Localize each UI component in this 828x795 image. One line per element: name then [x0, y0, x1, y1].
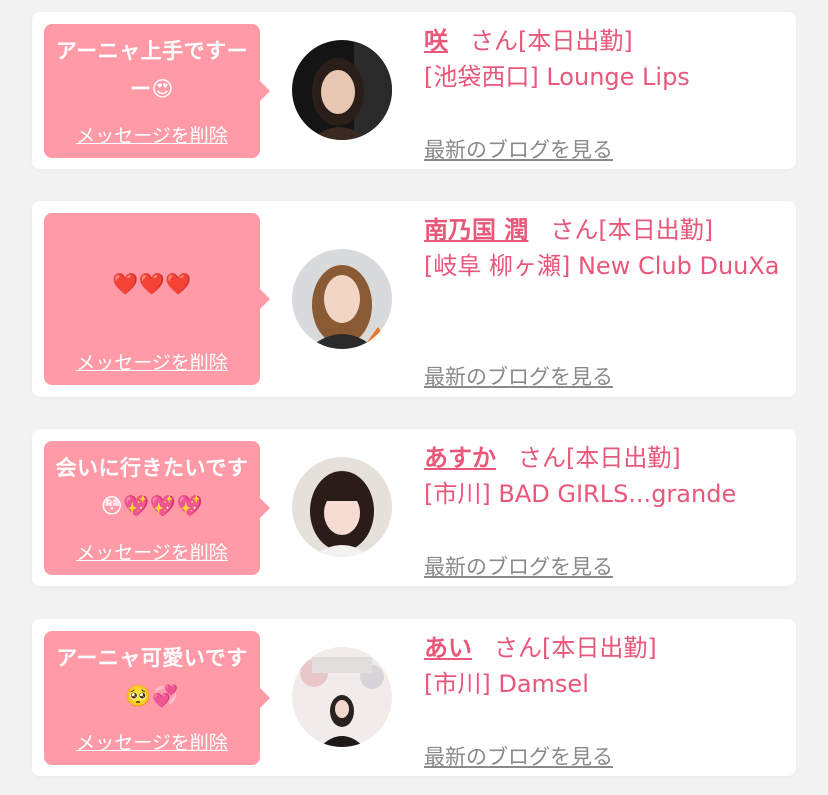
- cast-name-link[interactable]: 咲: [424, 27, 448, 55]
- cast-name-link[interactable]: あい: [424, 634, 472, 662]
- delete-message-link[interactable]: メッセージを削除: [44, 731, 260, 755]
- name-line: あすか さん[本日出勤]: [424, 441, 784, 475]
- message-bubble: アーニャ可愛いです🥺💞 メッセージを削除: [44, 631, 270, 765]
- cast-info: あい さん[本日出勤] [市川] Damsel 最新のブログを見る: [424, 631, 784, 769]
- cast-info: 南乃国 潤さん[本日出勤] [岐阜 柳ヶ瀬] New Club DuuXa 最新…: [424, 213, 784, 389]
- cast-info: あすか さん[本日出勤] [市川] BAD GIRLS...grande 最新のブ…: [424, 441, 784, 579]
- delete-message-link[interactable]: メッセージを削除: [44, 351, 260, 375]
- avatar-photo-icon: [292, 249, 392, 349]
- name-line: 咲さん[本日出勤]: [424, 24, 784, 58]
- latest-blog-link[interactable]: 最新のブログを見る: [424, 551, 613, 581]
- avatar[interactable]: [292, 647, 392, 747]
- message-card: アーニャ可愛いです🥺💞 メッセージを削除 あい さん[本日出勤] [市川] Dam…: [32, 619, 796, 776]
- message-text: アーニャ可愛いです🥺💞: [56, 646, 248, 708]
- message-bubble: 会いに行きたいです😳💖💖💖 メッセージを削除: [44, 441, 270, 575]
- cast-status: さん[本日出勤]: [550, 216, 714, 244]
- avatar-photo-icon: [292, 40, 392, 140]
- cast-status: さん[本日出勤]: [494, 634, 657, 662]
- shop-name: [市川] BAD GIRLS...grande: [424, 480, 737, 508]
- message-card: アーニャ上手ですーー😍 メッセージを削除 咲さん[本日出勤] [池袋西口] Lo…: [32, 12, 796, 169]
- latest-blog-link[interactable]: 最新のブログを見る: [424, 361, 613, 391]
- message-text: ❤️❤️❤️: [112, 272, 192, 296]
- shop-name: [岐阜 柳ヶ瀬] New Club DuuXa: [424, 252, 780, 280]
- cast-name-link[interactable]: 南乃国 潤: [424, 216, 528, 244]
- message-bubble: アーニャ上手ですーー😍 メッセージを削除: [44, 24, 270, 158]
- message-bubble: ❤️❤️❤️ メッセージを削除: [44, 213, 270, 385]
- latest-blog-link[interactable]: 最新のブログを見る: [424, 741, 613, 771]
- name-line: あい さん[本日出勤]: [424, 631, 784, 665]
- shop-name: [市川] Damsel: [424, 670, 589, 698]
- shop-name: [池袋西口] Lounge Lips: [424, 63, 690, 91]
- delete-message-link[interactable]: メッセージを削除: [44, 124, 260, 148]
- avatar[interactable]: [292, 457, 392, 557]
- avatar[interactable]: [292, 40, 392, 140]
- avatar[interactable]: [292, 249, 392, 349]
- cast-name-link[interactable]: あすか: [424, 444, 496, 472]
- latest-blog-link[interactable]: 最新のブログを見る: [424, 134, 613, 164]
- cast-status: さん[本日出勤]: [518, 444, 681, 472]
- message-text: 会いに行きたいです😳💖💖💖: [55, 456, 249, 518]
- cast-info: 咲さん[本日出勤] [池袋西口] Lounge Lips 最新のブログを見る: [424, 24, 784, 162]
- name-line: 南乃国 潤さん[本日出勤]: [424, 213, 784, 247]
- message-card: 会いに行きたいです😳💖💖💖 メッセージを削除 あすか さん[本日出勤] [市川] …: [32, 429, 796, 586]
- message-text: アーニャ上手ですーー😍: [55, 39, 249, 101]
- message-card: ❤️❤️❤️ メッセージを削除 南乃国 潤さん[本日出勤] [岐阜 柳ヶ瀬] N…: [32, 201, 796, 397]
- cast-status: さん[本日出勤]: [470, 27, 633, 55]
- delete-message-link[interactable]: メッセージを削除: [44, 541, 260, 565]
- avatar-photo-icon: [292, 457, 392, 557]
- avatar-photo-icon: [292, 647, 392, 747]
